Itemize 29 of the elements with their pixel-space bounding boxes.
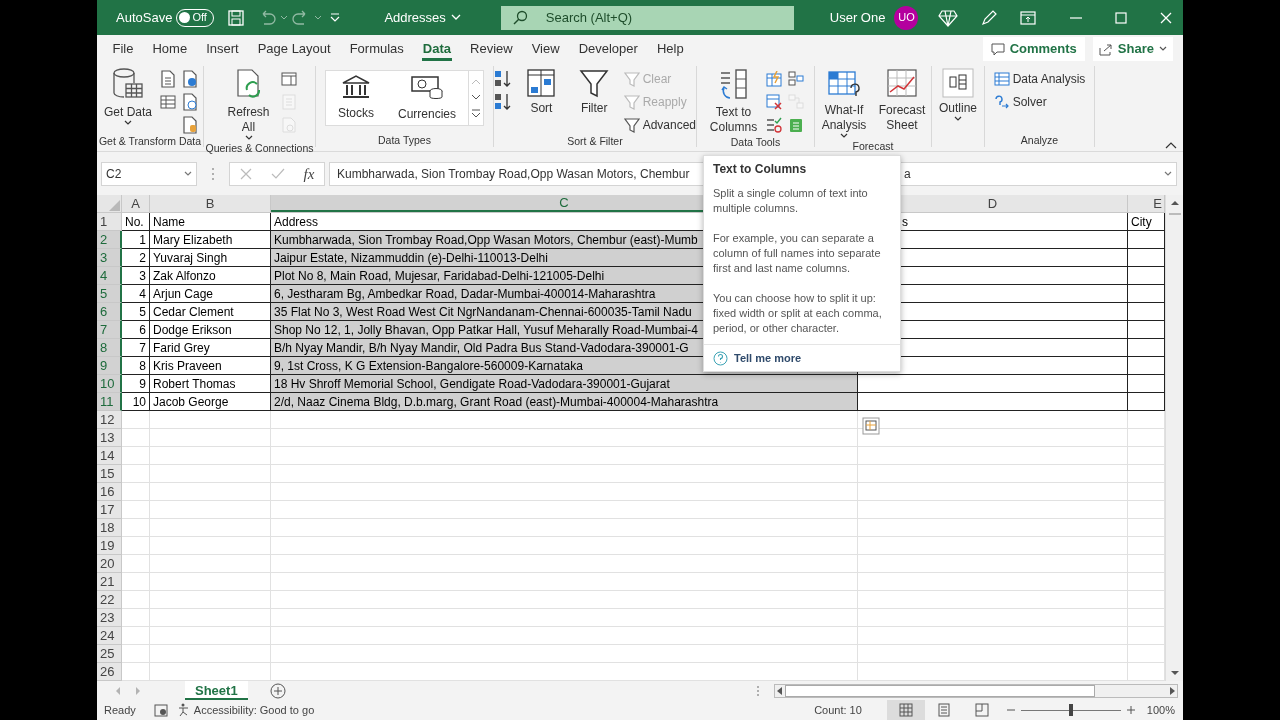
table-cell: 6 xyxy=(122,321,150,339)
group-label: Analyze xyxy=(1019,133,1060,147)
zoom-reading: 100% xyxy=(1146,702,1175,718)
group-label: Sort & Filter xyxy=(566,134,624,148)
table-cell: 8 xyxy=(122,357,150,375)
group-label: Forecast xyxy=(851,139,895,153)
table-cell: 5 xyxy=(122,303,150,321)
table-cell: 1 xyxy=(122,231,150,249)
table-cell: 4 xyxy=(122,285,150,303)
count-reading: Count: 10 xyxy=(814,702,862,718)
table-cell: Name xyxy=(150,213,271,231)
user-name: User One xyxy=(829,8,886,27)
status-mode: Ready xyxy=(104,702,136,718)
autosave-label: AutoSave xyxy=(116,8,173,27)
group-label: Get & Transform Data xyxy=(97,134,203,148)
formula-text: Kumbharwada, Sion Trombay Road,Opp Wasan Motors, Chembur xyxy=(337,166,690,183)
table-cell: No. xyxy=(122,213,150,231)
table-cell: 18 Hv Shroff Memorial School, Gendigate Road-Vadodara-390001-Gujarat xyxy=(271,375,858,393)
group-label: Data Tools xyxy=(729,135,782,149)
table-cell: 7 xyxy=(122,339,150,357)
table-cell: 2/d, Naaz Cinema Bldg, D.b.marg, Grant Road (east)-Mumbai-400004-Maharashtra xyxy=(271,393,858,411)
tooltip-title: Text to Columns xyxy=(712,161,808,177)
group-label: Data Types xyxy=(377,133,432,147)
table-cell: 9 xyxy=(122,375,150,393)
table-cell: 10 xyxy=(122,393,150,411)
table-cell: 3 xyxy=(122,267,150,285)
table-cell: 2 xyxy=(122,249,150,267)
formula-text: a xyxy=(904,166,911,183)
group-label: Queries & Connections xyxy=(204,141,315,155)
